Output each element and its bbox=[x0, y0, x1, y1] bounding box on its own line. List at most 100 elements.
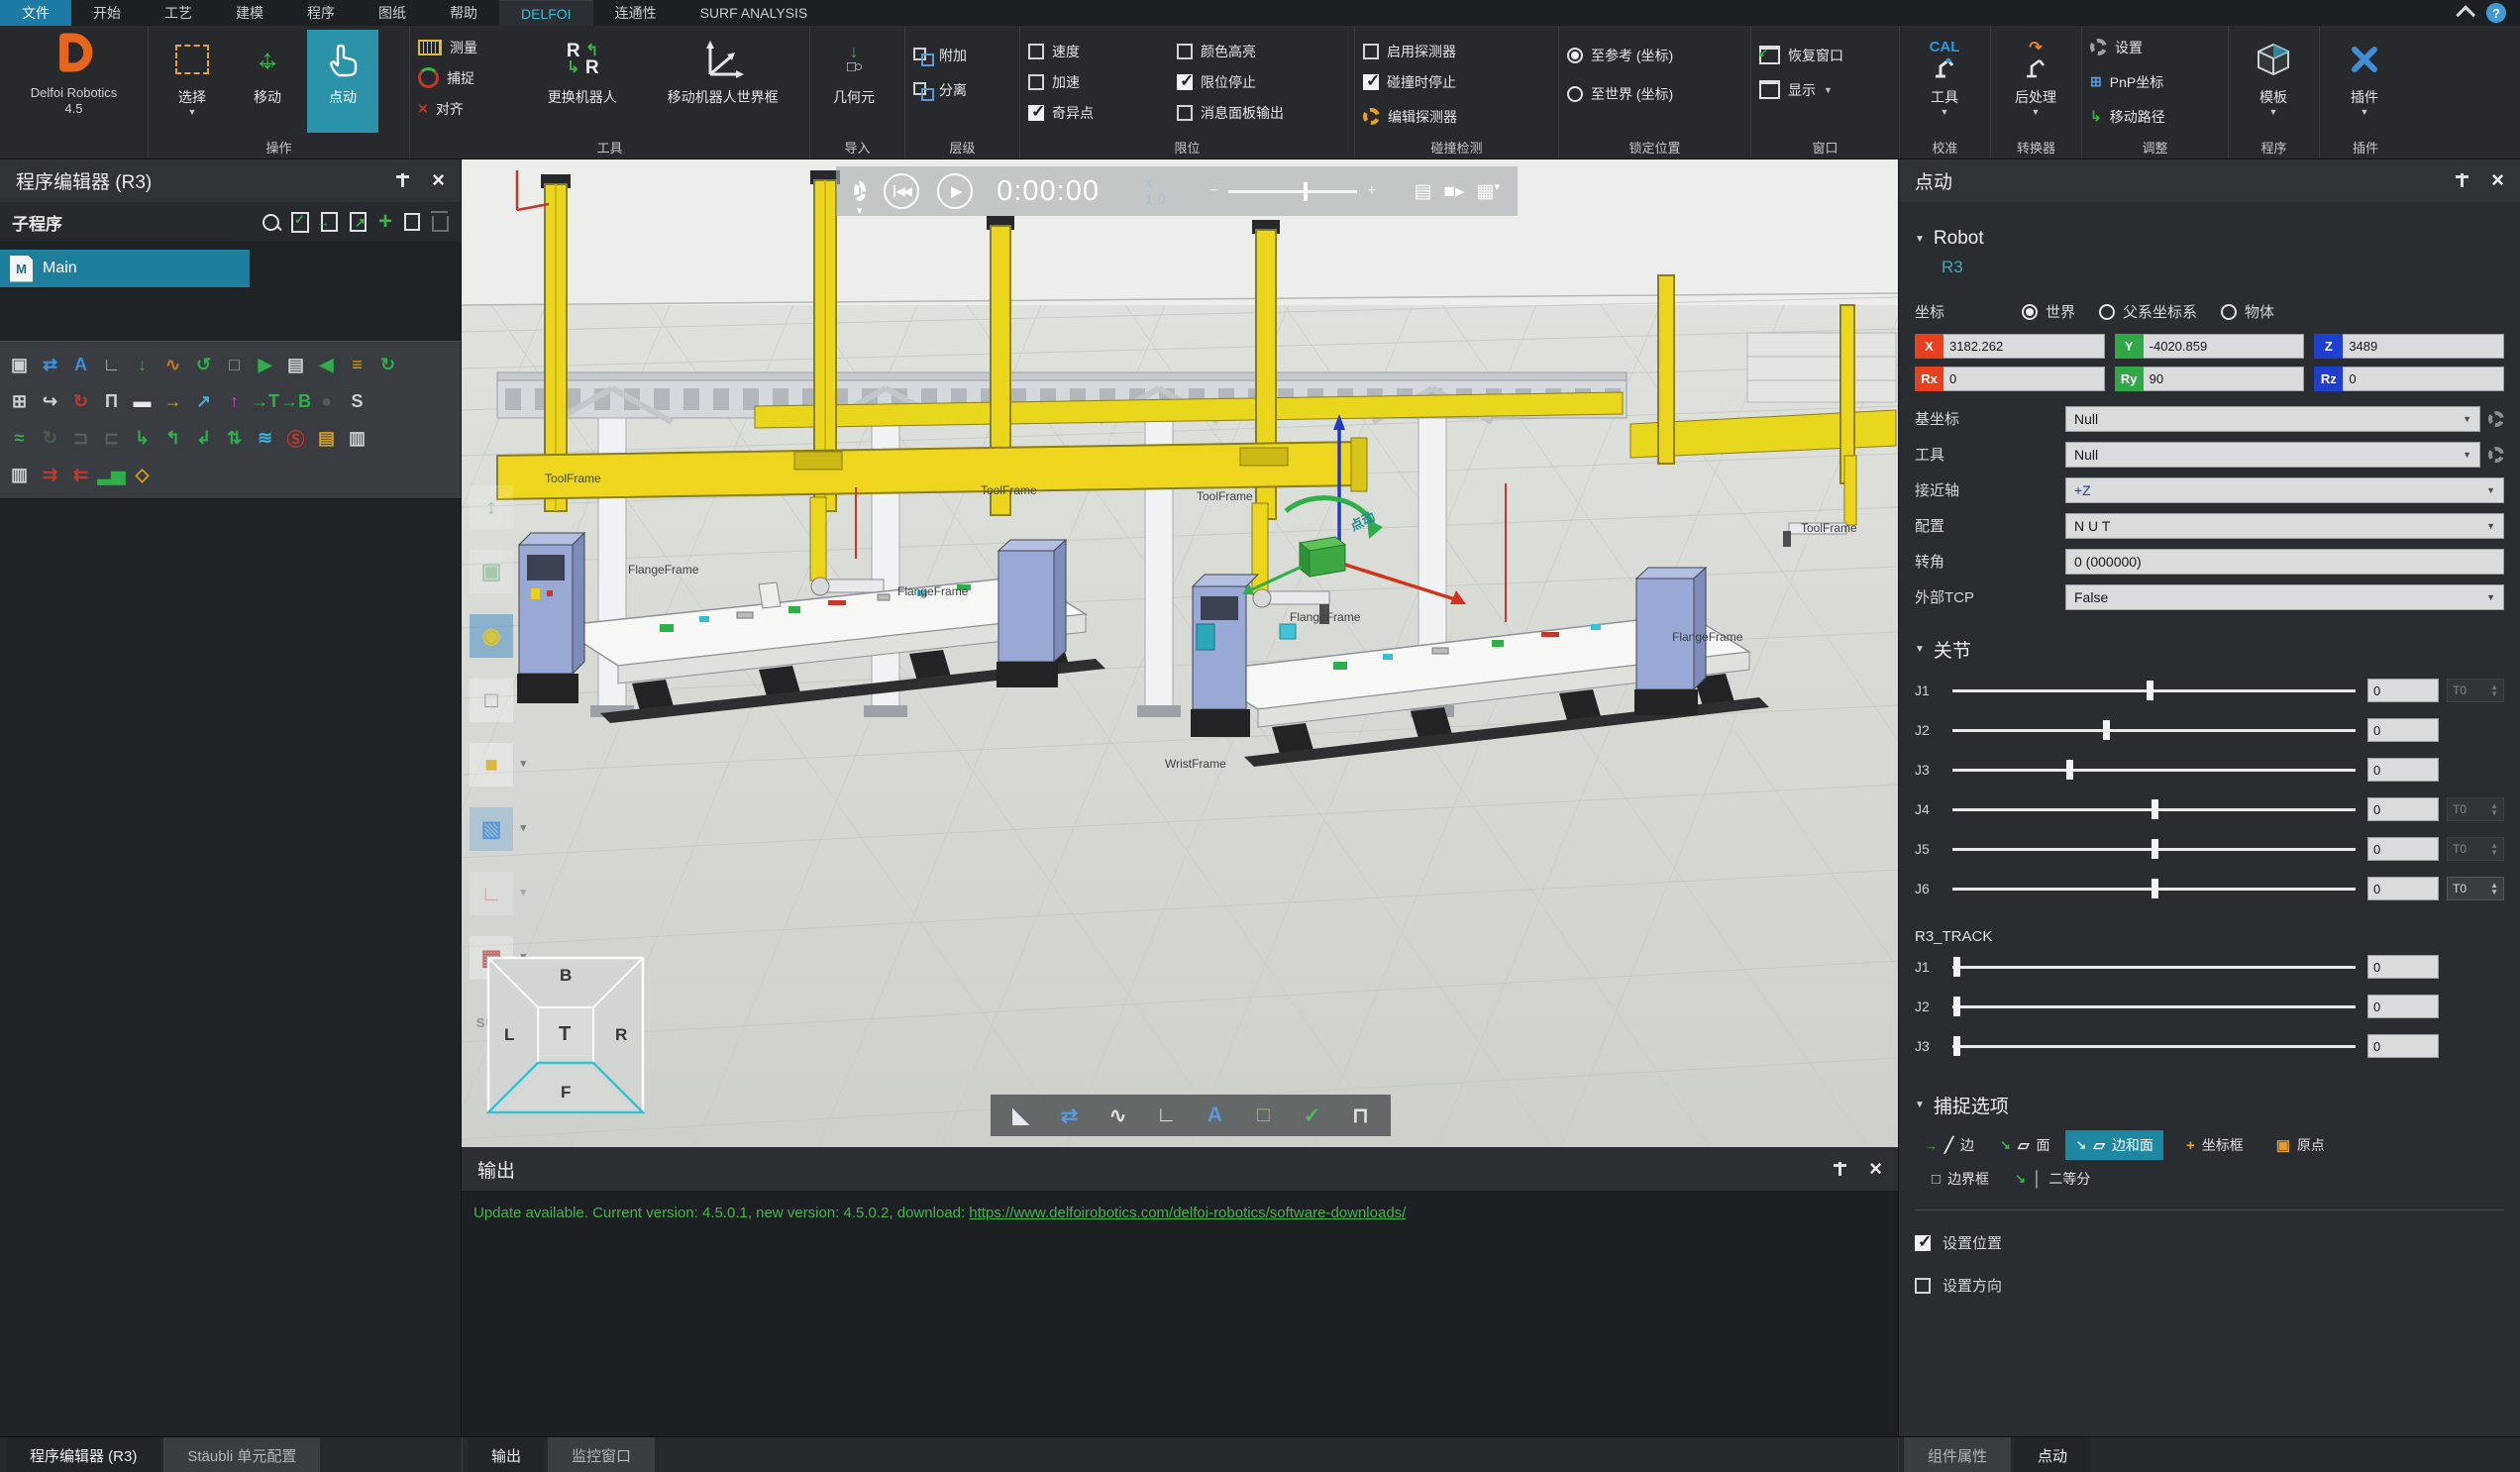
right-panel-tab[interactable]: 点动 bbox=[2014, 1437, 2091, 1472]
output-panel-tab[interactable]: 监控窗口 bbox=[548, 1437, 655, 1472]
close-icon[interactable]: × bbox=[1869, 1159, 1882, 1179]
pnp-frame-button[interactable]: ⊞ PnP坐标 bbox=[2090, 66, 2220, 97]
program-toolbox-icon[interactable]: ↑ bbox=[219, 387, 250, 417]
program-body-area[interactable] bbox=[0, 499, 461, 1436]
joint-slider[interactable] bbox=[1952, 879, 2356, 898]
lock-position-radio[interactable]: 至世界 (坐标) bbox=[1567, 78, 1742, 109]
program-toolbox-icon[interactable]: ◇ bbox=[127, 461, 158, 490]
program-toolbox-icon[interactable]: ↻ bbox=[65, 387, 96, 417]
joint-value-input[interactable]: 0 bbox=[2367, 758, 2439, 782]
program-toolbox-icon[interactable]: □ bbox=[219, 351, 250, 380]
limit-checkbox[interactable]: 限位停止 bbox=[1177, 66, 1345, 97]
program-toolbox-icon[interactable]: ∟ bbox=[96, 351, 127, 380]
help-button[interactable]: ? bbox=[2486, 3, 2506, 23]
pin-icon[interactable] bbox=[1833, 1161, 1847, 1177]
program-toolbox-icon[interactable]: ⇅ bbox=[219, 424, 250, 454]
left-panel-tab[interactable]: Stäubli 单元配置 bbox=[163, 1437, 320, 1472]
pose-value-input[interactable]: 90 bbox=[2144, 367, 2305, 391]
program-toolbox-icon[interactable]: → bbox=[158, 387, 188, 417]
program-toolbox-icon[interactable]: ⊞ bbox=[4, 387, 35, 417]
joint-slider[interactable] bbox=[1952, 997, 2356, 1016]
pose-value-input[interactable]: 3489 bbox=[2343, 334, 2504, 359]
joint-value-input[interactable]: 0 bbox=[2367, 797, 2439, 821]
rewind-button[interactable]: ◀◀ bbox=[884, 173, 919, 209]
coordinate-radio[interactable]: 父系坐标系 bbox=[2099, 301, 2197, 322]
joint-slider[interactable] bbox=[1952, 839, 2356, 859]
menu-item[interactable]: 程序 bbox=[285, 0, 357, 26]
joint-value-input[interactable]: 0 bbox=[2367, 955, 2439, 979]
joint-slider[interactable] bbox=[1952, 681, 2356, 700]
pose-value-input[interactable]: 0 bbox=[2343, 367, 2504, 391]
geometry-import-button[interactable]: ↓□○ 几何元 bbox=[818, 30, 890, 133]
viewport-tool-icon[interactable]: ∿ bbox=[1102, 1099, 1135, 1132]
program-toolbox-icon[interactable]: Π bbox=[96, 387, 127, 417]
program-toolbox-icon[interactable]: ↗ bbox=[188, 387, 219, 417]
select-button[interactable]: 选择 ▼ bbox=[157, 30, 228, 133]
display-button[interactable]: 显示 ▼ bbox=[1759, 74, 1891, 105]
program-toolbox-icon[interactable]: ⊏ bbox=[96, 424, 127, 454]
speed-slider-thumb[interactable] bbox=[1304, 182, 1308, 201]
add-subprogram-icon[interactable]: + bbox=[378, 212, 392, 232]
gear-icon[interactable] bbox=[2488, 447, 2504, 463]
record-video-icon[interactable]: ■▸ bbox=[1444, 180, 1465, 203]
snap-option[interactable]: ↘ │ 二等分 bbox=[2005, 1164, 2100, 1194]
program-toolbox-icon[interactable]: S bbox=[342, 387, 372, 417]
viewport-strip-icon[interactable]: ↕ bbox=[470, 485, 513, 529]
search-icon[interactable] bbox=[262, 214, 279, 231]
output-panel-tab[interactable]: 输出 bbox=[468, 1437, 545, 1472]
joint-turn-spinner[interactable]: T0 ▲▼ bbox=[2447, 877, 2504, 900]
snap-option[interactable]: + 坐标框 bbox=[2169, 1130, 2254, 1160]
program-toolbox-icon[interactable]: ↪ bbox=[35, 387, 65, 417]
film-icon[interactable]: ▦ bbox=[1477, 180, 1500, 203]
copy-icon[interactable] bbox=[404, 213, 420, 231]
program-toolbox-icon[interactable]: ≈ bbox=[4, 424, 35, 454]
field-dropdown[interactable]: Null ▼ bbox=[2065, 442, 2480, 468]
menu-item[interactable]: 连通性 bbox=[593, 0, 679, 26]
limit-checkbox[interactable]: 奇异点 bbox=[1028, 97, 1177, 128]
snap-option[interactable]: ↘ ▱ 边和面 bbox=[2065, 1130, 2162, 1160]
set-position-checkbox[interactable]: 设置位置 bbox=[1915, 1232, 2504, 1253]
view-cube-back[interactable]: B bbox=[560, 966, 572, 986]
menu-item[interactable]: DELFOI bbox=[499, 0, 593, 26]
joint-value-input[interactable]: 0 bbox=[2367, 679, 2439, 702]
joint-slider[interactable] bbox=[1952, 1036, 2356, 1056]
pose-value-input[interactable]: -4020.859 bbox=[2144, 334, 2305, 359]
program-toolbox-icon[interactable]: ◀ bbox=[311, 351, 342, 380]
snap-button[interactable]: 捕捉 bbox=[418, 62, 520, 93]
joint-slider-thumb[interactable] bbox=[2152, 839, 2158, 859]
program-toolbox-icon[interactable]: ⇉ bbox=[35, 461, 65, 490]
3d-viewport[interactable]: ◀◀ ▶ 0:00:00 x 1.0 − + ▤ ■▸ ▦ ↕ bbox=[462, 158, 1898, 1147]
joint-turn-spinner[interactable]: T0 ▲▼ bbox=[2447, 837, 2504, 861]
snap-option[interactable]: □ 边界框 bbox=[1915, 1164, 1999, 1194]
field-dropdown[interactable]: False ▼ bbox=[2065, 584, 2504, 610]
edit-detector-button[interactable]: 编辑探测器 bbox=[1363, 101, 1550, 132]
play-button[interactable]: ▶ bbox=[937, 173, 973, 209]
program-toolbox-icon[interactable]: ≡ bbox=[342, 351, 372, 380]
limit-checkbox[interactable]: 颜色高亮 bbox=[1177, 36, 1345, 66]
program-toolbox-icon[interactable]: ⇇ bbox=[65, 461, 96, 490]
right-panel-tab[interactable]: 组件属性 bbox=[1904, 1437, 2011, 1472]
scene-canvas[interactable] bbox=[462, 158, 1898, 1147]
field-dropdown[interactable]: Null ▼ bbox=[2065, 406, 2480, 432]
download-link[interactable]: https://www.delfoirobotics.com/delfoi-ro… bbox=[969, 1205, 1406, 1221]
import-program-icon[interactable] bbox=[321, 212, 338, 232]
joint-slider-thumb[interactable] bbox=[2066, 760, 2073, 780]
view-cube-front[interactable]: F bbox=[561, 1083, 571, 1103]
program-toolbox-icon[interactable]: ▤ bbox=[280, 351, 311, 380]
joint-value-input[interactable]: 0 bbox=[2367, 995, 2439, 1018]
collapse-ribbon-icon[interactable] bbox=[2456, 5, 2475, 25]
program-toolbox-icon[interactable]: A bbox=[65, 351, 96, 380]
view-cube[interactable]: B L T R F bbox=[486, 956, 645, 1114]
plugins-button[interactable]: 插件 ▼ bbox=[2328, 30, 2401, 133]
program-toolbox-icon[interactable]: →T bbox=[250, 387, 280, 417]
viewport-tool-icon[interactable]: ∟ bbox=[1150, 1099, 1184, 1132]
menu-item[interactable]: 建模 bbox=[214, 0, 285, 26]
field-dropdown[interactable]: 0 (000000) ▼ bbox=[2065, 549, 2504, 575]
measure-button[interactable]: 测量 bbox=[418, 32, 520, 62]
left-panel-tab[interactable]: 程序编辑器 (R3) bbox=[6, 1437, 160, 1472]
attach-button[interactable]: 附加 bbox=[913, 40, 1011, 70]
viewport-strip-icon[interactable]: ▧ bbox=[470, 807, 513, 851]
joint-slider-thumb[interactable] bbox=[1953, 957, 1960, 977]
program-toolbox-icon[interactable]: ↳ bbox=[127, 424, 158, 454]
viewport-strip-icon[interactable]: ■ bbox=[470, 743, 513, 787]
